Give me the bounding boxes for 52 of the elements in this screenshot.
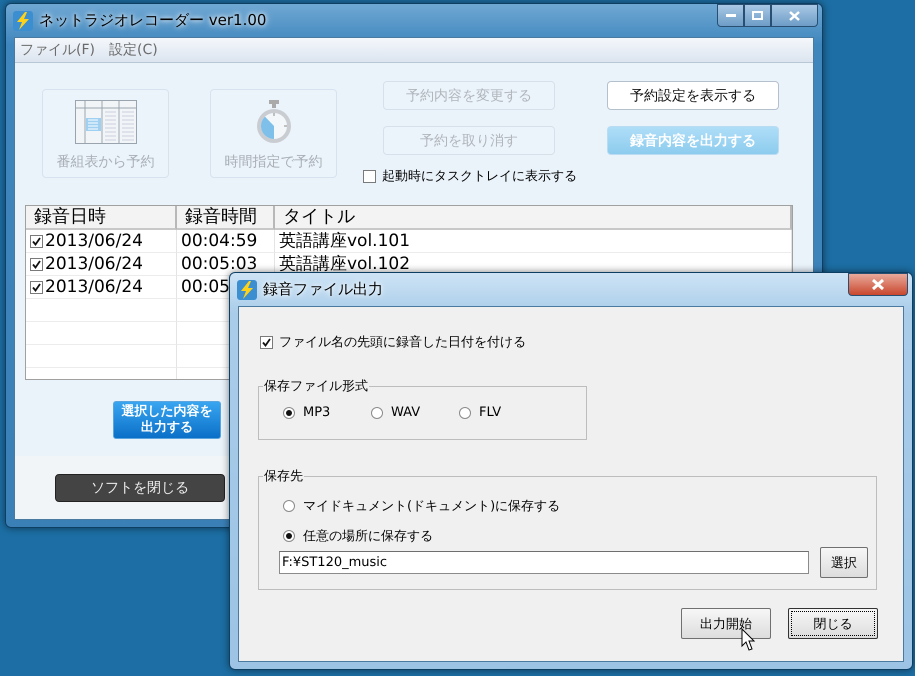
radio-label: WAV [391,405,420,420]
radio-button[interactable] [283,500,295,512]
window-title: ネットラジオレコーダー ver1.00 [39,11,266,30]
dialog-button[interactable]: 出力開始 [681,608,771,639]
timetable-icon [74,100,136,144]
duration-cell: 00:05 [181,276,230,298]
duration-cell: 00:05:03 [181,253,258,275]
radio-button[interactable] [283,530,295,542]
action-button[interactable]: 予約設定を表示する [607,81,779,110]
menu-item[interactable]: ファイル(F) [20,41,95,59]
checkbox-label: ファイル名の先頭に録音した日付を付ける [279,334,526,351]
checkbox[interactable] [363,170,376,182]
date-cell: 2013/06/24 [45,230,143,252]
dialog-title: 録音ファイル出力 [263,280,383,299]
title-cell: 英語講座vol.101 [279,230,410,252]
group-title: 保存先 [263,468,304,485]
row-checkbox[interactable] [30,234,43,248]
maximize-button[interactable] [744,4,771,27]
lightning-icon [13,10,33,30]
maximize-icon [752,11,763,20]
export-selected-button[interactable]: 選択した内容を 出力する [113,401,221,439]
close-app-button[interactable]: ソフトを閉じる [55,474,225,502]
minimize-button[interactable] [717,4,744,27]
checkbox-label: 起動時にタスクトレイに表示する [382,168,577,185]
menu-item[interactable]: 設定(C) [108,41,158,59]
column-header[interactable]: 録音日時 [26,206,177,230]
minimize-icon [726,14,736,18]
browse-button[interactable]: 選択 [820,547,868,578]
column-header[interactable]: 録音時間 [177,206,275,230]
close-button[interactable] [771,4,818,27]
row-checkbox[interactable] [30,258,43,270]
radio-button[interactable] [283,406,295,418]
path-field[interactable]: F:¥ST120_music [279,551,809,574]
radio-label: 任意の場所に保存する [303,528,433,545]
column-header[interactable]: タイトル [275,206,792,230]
close-icon [872,279,884,290]
lightning-icon [237,280,257,300]
date-cell: 2013/06/24 [45,276,143,298]
radio-button[interactable] [459,406,471,418]
radio-label: FLV [479,405,502,420]
close-button[interactable] [848,273,908,296]
radio-label: マイドキュメント(ドキュメント)に保存する [303,498,560,515]
group-title: 保存ファイル形式 [263,378,369,395]
duration-cell: 00:04:59 [181,230,258,252]
close-icon [789,10,800,20]
radio-button[interactable] [371,406,383,418]
row-checkbox[interactable] [30,280,43,294]
checkbox[interactable] [260,336,273,348]
date-cell: 2013/06/24 [45,253,143,275]
dialog-button[interactable]: 閉じる [788,608,878,639]
title-cell: 英語講座vol.102 [279,253,410,275]
radio-label: MP3 [303,405,330,420]
